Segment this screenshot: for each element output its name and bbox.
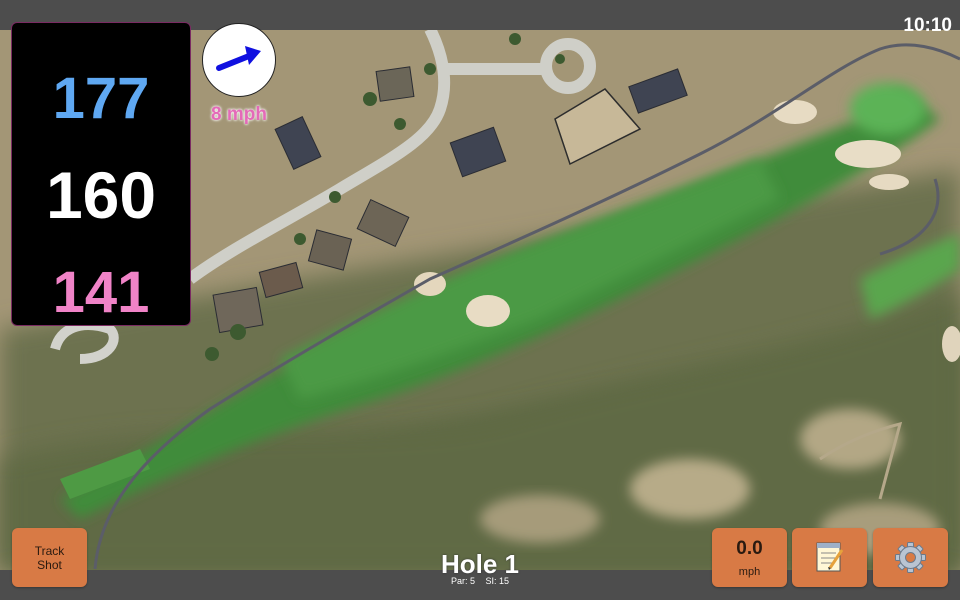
settings-button[interactable] xyxy=(873,528,948,587)
notes-button[interactable] xyxy=(792,528,867,587)
yardage-panel: 177 160 141 xyxy=(11,22,191,326)
front-yardage: 141 xyxy=(52,260,150,325)
middle-yardage: 160 xyxy=(45,158,157,232)
hole-stroke-index: SI: 15 xyxy=(485,576,510,586)
gear-icon xyxy=(895,542,926,573)
speed-button[interactable]: 0.0 mph xyxy=(712,528,787,587)
speed-unit: mph xyxy=(738,566,761,578)
golf-gps-screen: 10:10 177 160 141 8 mph Track Shot Hole … xyxy=(0,0,960,600)
track-shot-label-line2: Shot xyxy=(37,557,62,572)
arrow-icon xyxy=(216,46,261,71)
wind-direction-dial xyxy=(202,23,276,97)
back-yardage: 177 xyxy=(52,66,150,131)
notepad-icon xyxy=(816,542,844,572)
track-shot-button[interactable]: Track Shot xyxy=(12,528,87,587)
clock: 10:10 xyxy=(903,15,952,36)
track-shot-label-line1: Track xyxy=(34,543,65,558)
hole-par: Par: 5 xyxy=(450,576,475,586)
wind-speed: 8 mph xyxy=(211,104,267,125)
hole-info: Par: 5 SI: 15 xyxy=(380,576,580,586)
speed-value: 0.0 xyxy=(736,538,763,559)
